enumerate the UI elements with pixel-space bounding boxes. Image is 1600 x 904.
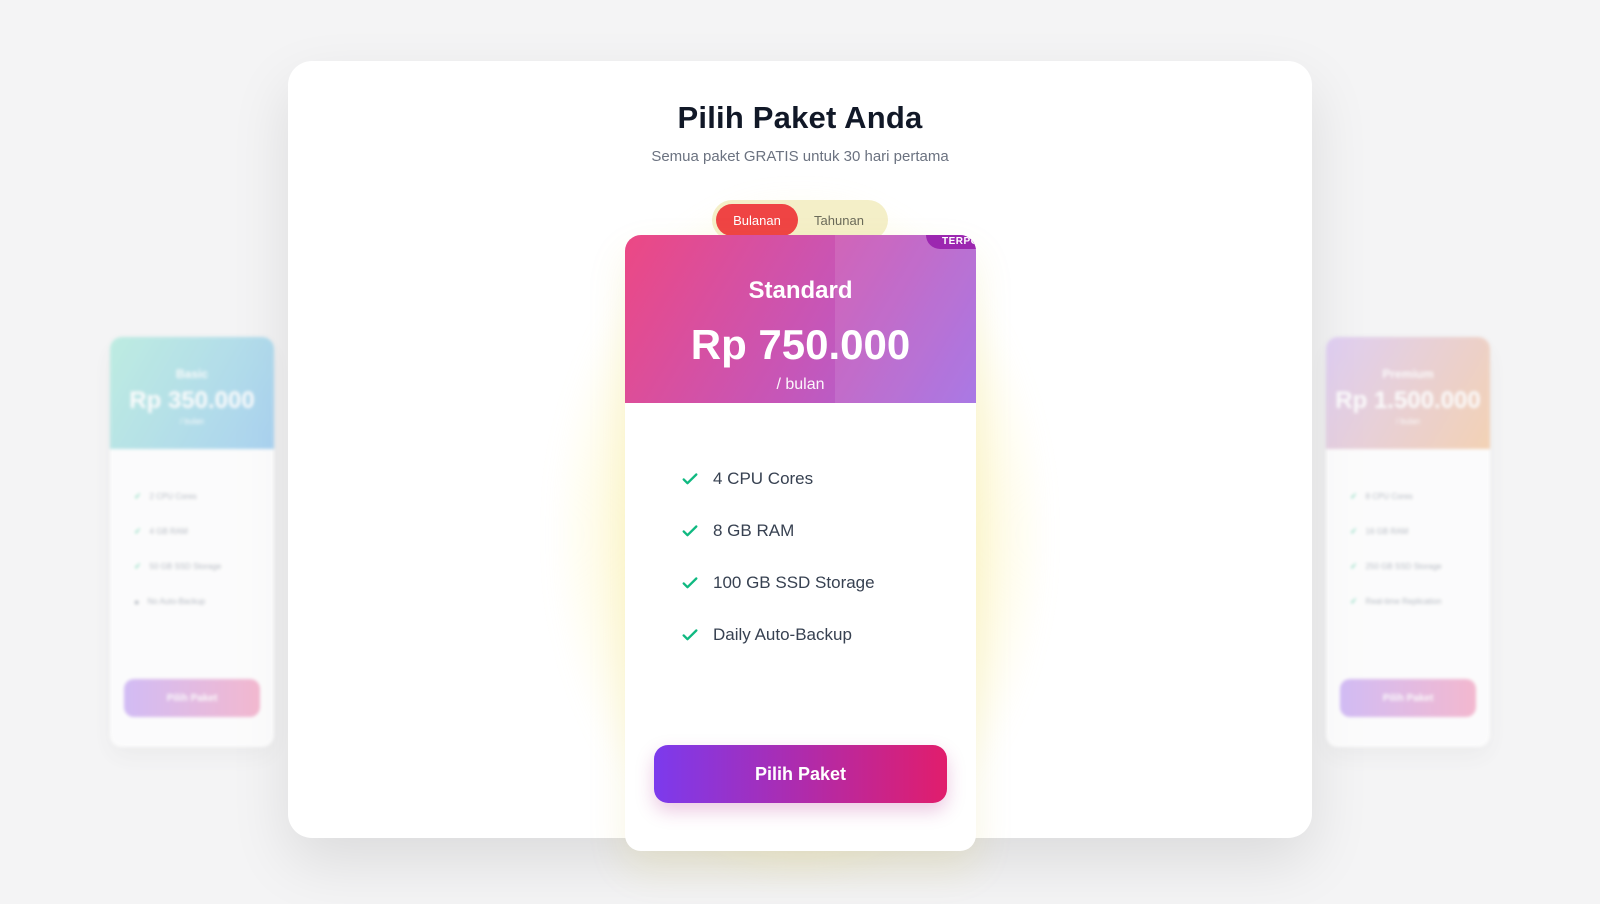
feature-item: ✓ 16 GB RAM [1350, 514, 1466, 549]
feature-label: 50 GB SSD Storage [149, 562, 222, 571]
feature-item: ● No Auto-Backup [134, 584, 250, 619]
feature-item: ✓ 50 GB SSD Storage [134, 549, 250, 584]
check-icon: ✓ [1350, 596, 1358, 606]
feature-label: 100 GB SSD Storage [713, 573, 875, 592]
plan-header-basic: Basic Rp 350.000 / bulan [110, 337, 274, 449]
feature-item: Daily Auto-Backup [681, 609, 976, 661]
feature-label: Daily Auto-Backup [713, 625, 852, 644]
feature-item: ✓ 8 CPU Cores [1350, 479, 1466, 514]
feature-list: ✓ 2 CPU Cores ✓ 4 GB RAM ✓ 50 GB SSD Storag… [110, 449, 274, 619]
feature-list: 4 CPU Cores 8 GB RAM 100 GB SSD Storage … [625, 403, 976, 661]
check-icon [682, 473, 698, 485]
page-title: Pilih Paket Anda [677, 100, 923, 135]
feature-label: 4 GB RAM [149, 527, 188, 536]
page-subtitle: Semua paket GRATIS untuk 30 hari pertama [651, 148, 949, 165]
feature-label: 8 GB RAM [713, 521, 795, 540]
plan-price: Rp 750.000 [690, 321, 911, 368]
plan-header-standard: TERPOPULER Standard Rp 750.000 / bulan [625, 235, 976, 403]
check-icon: ✓ [134, 561, 142, 571]
check-icon: ✓ [134, 526, 142, 536]
plan-period: / bulan [1395, 417, 1421, 426]
feature-item: ✓ 250 GB SSD Storage [1350, 549, 1466, 584]
plan-card-premium[interactable]: Premium Rp 1.500.000 / bulan ✓ 8 CPU Core… [1326, 337, 1490, 747]
feature-item: ✓ Real-time Replication [1350, 584, 1466, 619]
popular-badge: TERPOPULER [926, 235, 976, 249]
check-icon: ✓ [1350, 526, 1358, 536]
check-icon: ✓ [1350, 491, 1358, 501]
feature-label: 250 GB SSD Storage [1365, 562, 1442, 571]
billing-toggle: Bulanan Tahunan [712, 200, 888, 240]
feature-item: ✓ 2 CPU Cores [134, 479, 250, 514]
check-icon [682, 577, 698, 589]
check-icon [682, 629, 698, 641]
feature-list: ✓ 8 CPU Cores ✓ 16 GB RAM ✓ 250 GB SSD Stor… [1326, 449, 1490, 619]
check-icon: ✓ [134, 491, 142, 501]
check-icon: ✓ [1350, 561, 1358, 571]
select-plan-button-basic[interactable]: Pilih Paket [124, 679, 260, 717]
feature-item: 100 GB SSD Storage [681, 557, 976, 609]
plan-card-standard[interactable]: TERPOPULER Standard Rp 750.000 / bulan 4… [625, 235, 976, 851]
feature-label: Real-time Replication [1365, 597, 1442, 606]
toggle-yearly[interactable]: Tahunan [798, 204, 880, 236]
plan-card-basic[interactable]: Basic Rp 350.000 / bulan ✓ 2 CPU Cores ✓ 4… [110, 337, 274, 747]
plan-name: Standard [748, 277, 853, 304]
feature-label: No Auto-Backup [147, 597, 206, 606]
plan-period: / bulan [776, 376, 825, 393]
feature-label: 16 GB RAM [1365, 527, 1409, 536]
select-plan-button-standard[interactable]: Pilih Paket [654, 745, 947, 803]
plan-price: Rp 1.500.000 [1335, 387, 1481, 414]
feature-item: ✓ 4 GB RAM [134, 514, 250, 549]
unavailable-icon: ● [134, 596, 140, 607]
plan-price: Rp 350.000 [129, 387, 255, 414]
check-icon [682, 525, 698, 537]
plan-name: Premium [1382, 367, 1434, 381]
plan-name: Basic [175, 367, 209, 381]
feature-label: 4 CPU Cores [713, 469, 814, 488]
toggle-monthly[interactable]: Bulanan [716, 204, 798, 236]
feature-item: 8 GB RAM [681, 505, 976, 557]
feature-item: 4 CPU Cores [681, 453, 976, 505]
plan-period: / bulan [179, 417, 205, 426]
plan-header-premium: Premium Rp 1.500.000 / bulan [1326, 337, 1490, 449]
select-plan-button-premium[interactable]: Pilih Paket [1340, 679, 1476, 717]
feature-label: 8 CPU Cores [1365, 492, 1413, 501]
feature-label: 2 CPU Cores [149, 492, 197, 501]
